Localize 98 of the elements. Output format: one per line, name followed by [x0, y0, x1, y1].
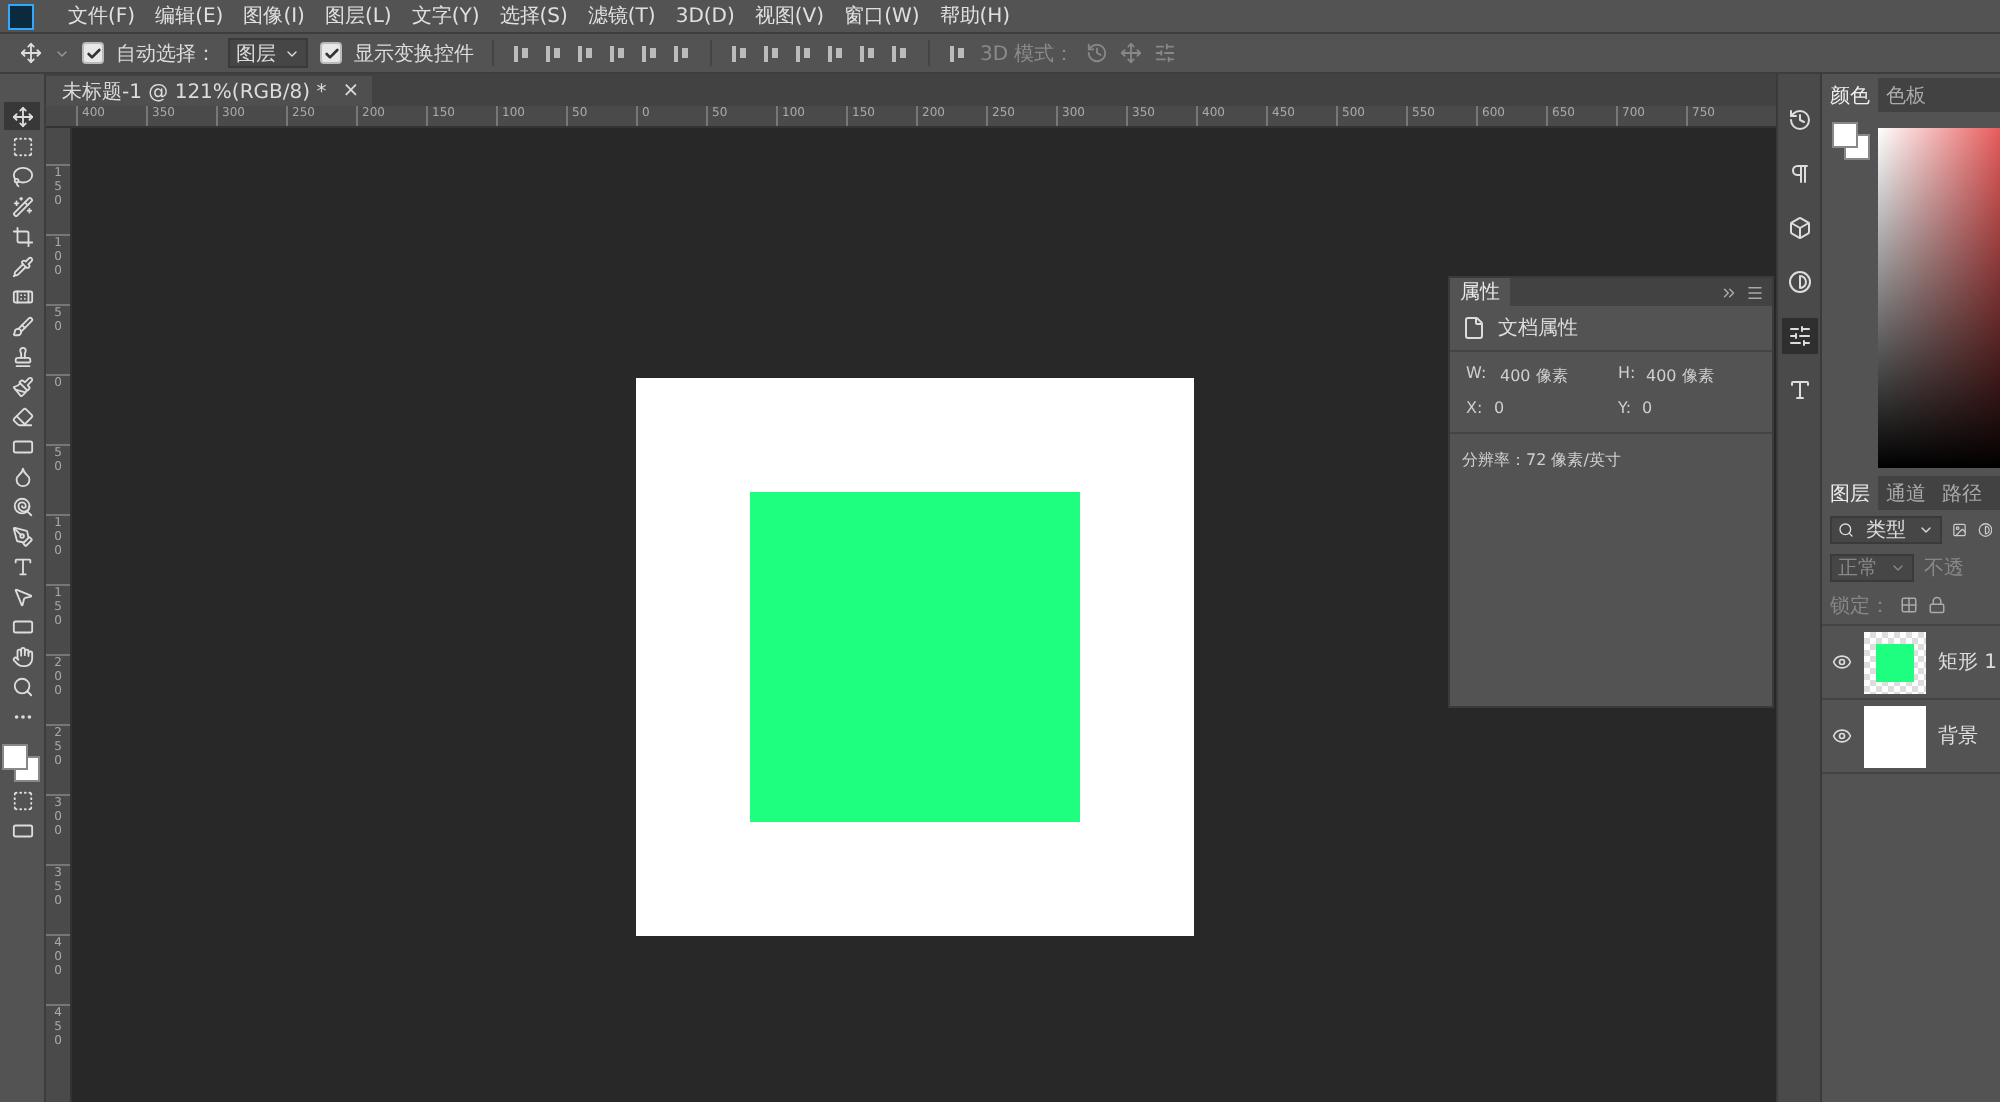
align-icon[interactable]: [794, 43, 814, 63]
color-swatches[interactable]: [2, 744, 42, 784]
image-icon[interactable]: [1952, 519, 1967, 539]
tool-button[interactable]: [4, 102, 40, 130]
menu-item[interactable]: 3D(D): [665, 5, 745, 27]
document-icon: [1462, 316, 1486, 340]
wand-icon: [11, 195, 33, 217]
close-icon[interactable]: ×: [342, 80, 360, 102]
menu-item[interactable]: 选择(S): [489, 2, 578, 30]
collapse-icon[interactable]: [1720, 283, 1738, 301]
align-icon[interactable]: [890, 43, 910, 63]
align-icon[interactable]: [640, 43, 660, 63]
filter-dropdown[interactable]: 类型: [1830, 515, 1942, 543]
bandage-icon: [11, 285, 33, 307]
hand-icon: [11, 645, 33, 667]
grid-icon[interactable]: [1900, 596, 1918, 614]
checkbox[interactable]: [320, 42, 342, 64]
droplet-icon: [11, 465, 33, 487]
color-picker-field[interactable]: [1878, 128, 2000, 468]
mask-icon: [11, 789, 33, 811]
align-icon[interactable]: [512, 43, 532, 63]
zoom-icon: [11, 675, 33, 697]
field-value: 400 像素: [1499, 365, 1567, 388]
cube-icon: [1787, 216, 1811, 240]
align-icon[interactable]: [608, 43, 628, 63]
eyedropper-icon: [11, 255, 33, 277]
panel-tab[interactable]: 通道: [1878, 476, 1934, 510]
layer-row[interactable]: 背景: [1822, 700, 2000, 774]
history-icon: [1787, 108, 1811, 132]
field-label: Y:: [1617, 400, 1631, 418]
eye-icon[interactable]: [1832, 726, 1852, 746]
panel-tab[interactable]: 图层: [1822, 476, 1878, 510]
adjust-icon[interactable]: [1977, 519, 1992, 539]
menu-item[interactable]: 视图(V): [744, 2, 835, 30]
field-label: H:: [1617, 364, 1635, 387]
panel-tab[interactable]: 属性: [1450, 278, 1510, 306]
document-tab[interactable]: 未标题-1 @ 121%(RGB/8) * ×: [46, 76, 372, 106]
align-icon[interactable]: [576, 43, 596, 63]
pen-icon: [11, 525, 33, 547]
brush-icon: [11, 315, 33, 337]
menu-item[interactable]: 图像(I): [233, 2, 315, 30]
menu-item[interactable]: 帮助(H): [929, 2, 1021, 30]
menu-icon[interactable]: [1746, 283, 1764, 301]
layer-row[interactable]: 矩形 1: [1822, 626, 2000, 700]
layer-name: 矩形 1: [1938, 650, 1998, 676]
eye-icon[interactable]: [1832, 652, 1852, 672]
align-icon[interactable]: [762, 43, 782, 63]
lock-icon[interactable]: [1928, 596, 1946, 614]
brush-icon: [11, 375, 33, 397]
align-icon[interactable]: [730, 43, 750, 63]
panel-tab[interactable]: 色板: [1878, 78, 1934, 112]
section-title: 文档属性: [1498, 315, 1578, 342]
checkbox[interactable]: [82, 42, 104, 64]
align-icon[interactable]: [948, 43, 968, 63]
target-dropdown[interactable]: 图层: [228, 38, 308, 68]
rectangle-icon: [11, 615, 33, 637]
stamp-icon: [11, 345, 33, 367]
checkbox-label: 显示变换控件: [354, 41, 474, 67]
checkbox-label: 自动选择：: [116, 41, 216, 67]
eraser-icon: [11, 405, 33, 427]
app-logo-icon: [8, 3, 34, 29]
pointer-icon: [11, 585, 33, 607]
layer-thumbnail: [1864, 631, 1926, 693]
field-value: 0: [1494, 400, 1505, 418]
search-icon: [1838, 521, 1854, 537]
paragraph-icon: [1787, 162, 1811, 186]
menu-item[interactable]: 文字(Y): [401, 2, 490, 30]
align-icon[interactable]: [858, 43, 878, 63]
lasso-icon: [11, 165, 33, 187]
type-icon: [1787, 378, 1811, 402]
properties-button[interactable]: [1781, 318, 1817, 354]
align-icon[interactable]: [544, 43, 564, 63]
move-icon: [11, 105, 33, 127]
marquee-icon: [11, 135, 33, 157]
panel-tab[interactable]: 路径: [1934, 476, 1990, 510]
menu-item[interactable]: 窗口(W): [834, 2, 930, 30]
align-icon[interactable]: [826, 43, 846, 63]
field-value: 400 像素: [1646, 365, 1715, 388]
menu-item[interactable]: 图层(L): [314, 2, 402, 30]
screen-icon: [11, 819, 33, 841]
sliders-icon: [1787, 324, 1811, 348]
menu-item[interactable]: 滤镜(T): [577, 2, 666, 30]
lollipop-icon: [11, 495, 33, 517]
layer-thumbnail: [1864, 705, 1926, 767]
field-label: W:: [1466, 364, 1487, 387]
layer-name: 背景: [1938, 723, 1978, 750]
crop-icon: [11, 225, 33, 247]
field-label: X:: [1466, 400, 1483, 418]
type-icon: [11, 555, 33, 577]
move-icon[interactable]: [20, 42, 42, 64]
align-icon[interactable]: [672, 43, 692, 63]
color-swatches[interactable]: [1832, 122, 1872, 162]
field-value: 0: [1641, 400, 1652, 418]
resolution-text: 分辨率：72 像素/英寸: [1462, 449, 1621, 472]
menu-item[interactable]: 编辑(E): [145, 2, 234, 30]
panel-tab[interactable]: 颜色: [1822, 78, 1878, 112]
contrast-icon: [1787, 270, 1811, 294]
menu-item[interactable]: 文件(F): [58, 2, 146, 30]
